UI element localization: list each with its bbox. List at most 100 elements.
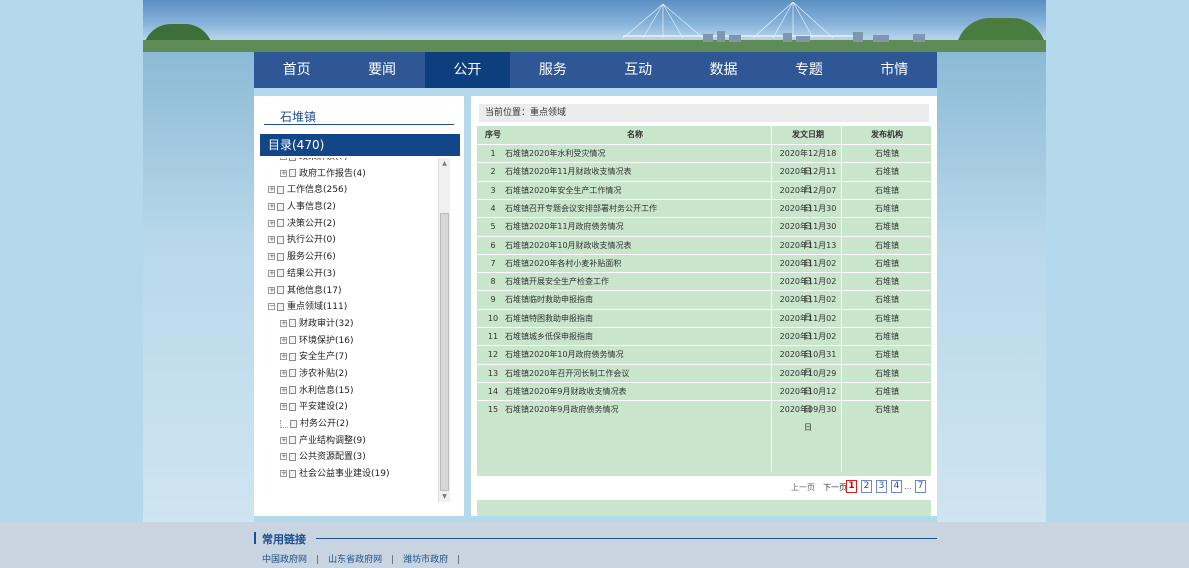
tree-node-label[interactable]: 村务公开(2) (300, 419, 349, 429)
plus-box-icon[interactable]: + (268, 219, 275, 227)
page-3-button[interactable]: 3 (876, 480, 887, 493)
tree-node-label[interactable]: 产业结构调整(9) (299, 436, 366, 446)
tree-node[interactable]: + 财政审计(32) (260, 316, 440, 333)
row-title-link[interactable]: 石堆镇2020年10月财政收支情况表 (505, 237, 765, 255)
tree-node[interactable]: + 政策解读(7) (260, 158, 440, 166)
scrollbar-thumb[interactable] (440, 213, 449, 491)
tree-node[interactable]: + 公共资源配置(3) (260, 449, 440, 466)
tree-node[interactable]: + 社会公益事业建设(19) (260, 466, 440, 483)
tree-node-label[interactable]: 平安建设(2) (299, 402, 348, 412)
tree-node[interactable]: + 执行公开(0) (260, 232, 440, 249)
row-title-link[interactable]: 石堆镇2020年安全生产工作情况 (505, 182, 765, 200)
tree-scrollbar[interactable]: ▲ ▼ (438, 158, 450, 502)
tree-node[interactable]: − 重点领域(111) (260, 299, 440, 316)
page-last-button[interactable]: 7 (915, 480, 926, 493)
row-title-link[interactable]: 石堆镇召开专题会议安排部署村务公开工作 (505, 200, 765, 218)
tree-node-label[interactable]: 政策解读(7) (299, 158, 348, 162)
tree-node-label[interactable]: 涉农补贴(2) (299, 369, 348, 379)
row-title-link[interactable]: 石堆镇临时救助申报指南 (505, 291, 765, 309)
tree-node-label[interactable]: 财政审计(32) (299, 319, 353, 329)
tree-node[interactable]: + 其他信息(17) (260, 283, 440, 300)
tree-node[interactable]: + 安全生产(7) (260, 349, 440, 366)
tree-node-label[interactable]: 结果公开(3) (287, 269, 336, 279)
tree-node[interactable]: + 产业结构调整(9) (260, 433, 440, 450)
prev-page-link[interactable]: 上一页 (791, 482, 815, 493)
tree-node[interactable]: + 结果公开(3) (260, 266, 440, 283)
tree-node-label[interactable]: 决策公开(2) (287, 219, 336, 229)
nav-home[interactable]: 首页 (254, 52, 339, 88)
plus-box-icon[interactable]: + (280, 319, 287, 327)
plus-box-icon[interactable]: + (268, 203, 275, 211)
row-number: 15 (487, 405, 499, 415)
tree-node[interactable]: + 涉农补贴(2) (260, 366, 440, 383)
nav-data[interactable]: 数据 (681, 52, 766, 88)
tree-node-label[interactable]: 社会公益事业建设(19) (299, 469, 389, 479)
scroll-up-arrow-icon[interactable]: ▲ (439, 158, 450, 169)
page-4-button[interactable]: 4 (891, 480, 902, 493)
nav-topics[interactable]: 专题 (766, 52, 851, 88)
plus-box-icon[interactable]: + (268, 269, 275, 277)
plus-box-icon[interactable]: + (268, 253, 275, 261)
row-title-link[interactable]: 石堆镇2020年各村小麦补贴面积 (505, 255, 765, 273)
footer-link-weifang[interactable]: 潍坊市政府 (403, 555, 448, 565)
scroll-down-arrow-icon[interactable]: ▼ (439, 491, 450, 502)
row-title-link[interactable]: 石堆镇2020年11月财政收支情况表 (505, 163, 765, 181)
row-title-link[interactable]: 石堆镇2020年10月政府债务情况 (505, 346, 765, 364)
tree-node-label[interactable]: 公共资源配置(3) (299, 452, 366, 462)
nav-service[interactable]: 服务 (510, 52, 595, 88)
nav-interact[interactable]: 互动 (596, 52, 681, 88)
nav-public[interactable]: 公开 (424, 52, 511, 88)
tree-node-label[interactable]: 重点领域(111) (287, 302, 347, 312)
plus-box-icon[interactable]: + (268, 236, 275, 244)
row-title-link[interactable]: 石堆镇2020年召开河长制工作会议 (505, 365, 765, 383)
row-title-link[interactable]: 石堆镇2020年水利受灾情况 (505, 145, 765, 163)
tree-node-label[interactable]: 人事信息(2) (287, 202, 336, 212)
plus-box-icon[interactable]: + (268, 186, 275, 194)
footer-link-gov-cn[interactable]: 中国政府网 (262, 555, 307, 565)
plus-box-icon[interactable]: + (280, 353, 287, 361)
tree-node-label[interactable]: 环境保护(16) (299, 336, 353, 346)
plus-box-icon[interactable]: + (280, 158, 287, 160)
plus-box-icon[interactable]: + (280, 169, 287, 177)
tree-node[interactable]: + 政府工作报告(4) (260, 166, 440, 183)
next-page-link[interactable]: 下一页 (823, 482, 847, 493)
tree-node[interactable]: + 工作信息(256) (260, 182, 440, 199)
plus-box-icon[interactable]: + (268, 286, 275, 294)
tree-node[interactable]: 村务公开(2) (260, 416, 440, 433)
row-title-link[interactable]: 石堆镇2020年11月政府债务情况 (505, 218, 765, 236)
tree-node[interactable]: + 平安建设(2) (260, 399, 440, 416)
plus-box-icon[interactable]: + (280, 369, 287, 377)
page-1-button[interactable]: 1 (846, 480, 857, 493)
tree-node[interactable]: + 服务公开(6) (260, 249, 440, 266)
minus-box-icon[interactable]: − (268, 303, 275, 311)
tree-node-label[interactable]: 水利信息(15) (299, 386, 353, 396)
directory-header[interactable]: 目录(470) (260, 134, 460, 156)
row-title-link[interactable]: 石堆镇城乡低保申报指南 (505, 328, 765, 346)
tree-node-label[interactable]: 服务公开(6) (287, 252, 336, 262)
tree-node[interactable]: + 决策公开(2) (260, 216, 440, 233)
row-title-link[interactable]: 石堆镇开展安全生产检查工作 (505, 273, 765, 291)
plus-box-icon[interactable]: + (280, 336, 287, 344)
tree-node-label[interactable]: 其他信息(17) (287, 286, 341, 296)
tree-node-label[interactable]: 安全生产(7) (299, 352, 348, 362)
plus-box-icon[interactable]: + (280, 436, 287, 444)
tree-node[interactable]: + 人事信息(2) (260, 199, 440, 216)
table-row: 15 石堆镇2020年9月政府债务情况 2020年09月30日 石堆镇 (477, 401, 931, 432)
footer-link-shandong[interactable]: 山东省政府网 (328, 555, 382, 565)
plus-box-icon[interactable]: + (280, 470, 287, 478)
tree-node-label[interactable]: 政府工作报告(4) (299, 169, 366, 179)
tree-node[interactable]: + 环境保护(16) (260, 333, 440, 350)
tree-node-label[interactable]: 工作信息(256) (287, 185, 347, 195)
row-title-link[interactable]: 石堆镇2020年9月政府债务情况 (505, 401, 765, 419)
tree-node[interactable]: + 水利信息(15) (260, 383, 440, 400)
nav-city-info[interactable]: 市情 (852, 52, 937, 88)
nav-news[interactable]: 要闻 (339, 52, 424, 88)
plus-box-icon[interactable]: + (280, 453, 287, 461)
row-title-link[interactable]: 石堆镇2020年9月财政收支情况表 (505, 383, 765, 401)
plus-box-icon[interactable]: + (280, 403, 287, 411)
page-2-button[interactable]: 2 (861, 480, 872, 493)
plus-box-icon[interactable]: + (280, 386, 287, 394)
tree-node-label[interactable]: 执行公开(0) (287, 235, 336, 245)
row-title-link[interactable]: 石堆镇特困救助申报指南 (505, 310, 765, 328)
table-row: 13 石堆镇2020年召开河长制工作会议 2020年10月29日 石堆镇 (477, 365, 931, 396)
